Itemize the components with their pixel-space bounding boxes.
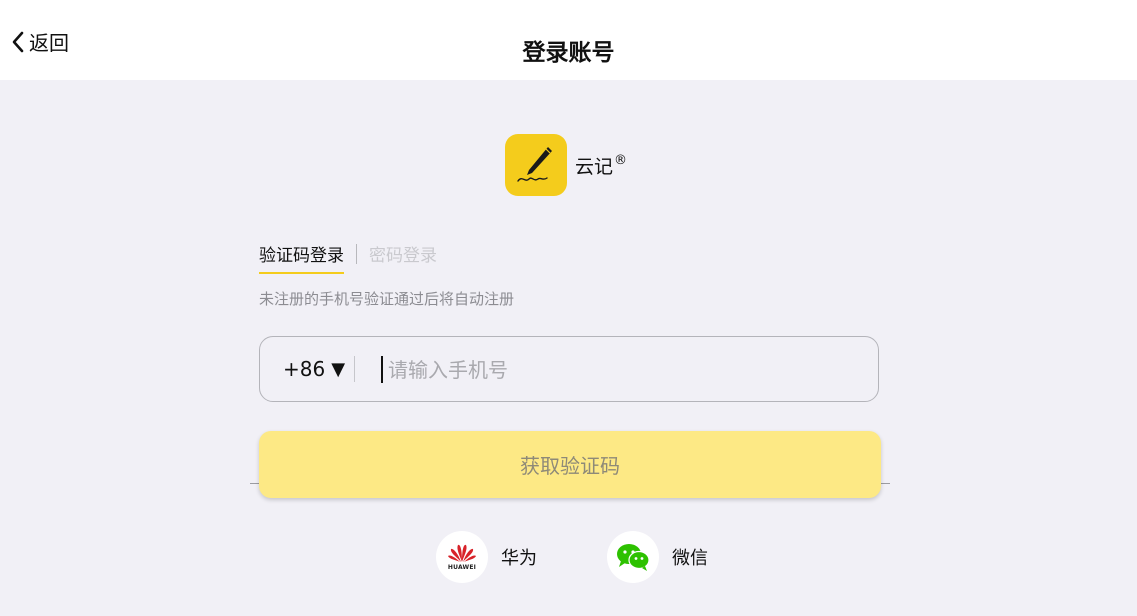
pen-signature-icon — [505, 134, 567, 196]
login-tabs: 验证码登录 密码登录 — [259, 241, 437, 274]
app-branding: 云记® — [505, 134, 627, 196]
huawei-label: 华为 — [501, 548, 537, 569]
caret-down-icon: ▼ — [331, 358, 346, 380]
tab-sms-login[interactable]: 验证码登录 — [259, 241, 344, 274]
app-name: 云记® — [575, 152, 627, 179]
top-bar: 返回 登录账号 — [0, 0, 1137, 80]
huawei-icon: HUAWEI — [436, 531, 488, 583]
country-code-value: +86 — [283, 357, 326, 381]
get-code-button[interactable]: 获取验证码 — [259, 431, 881, 498]
country-code-select[interactable]: +86 ▼ — [283, 357, 345, 381]
page-title: 登录账号 — [522, 40, 615, 66]
text-cursor — [381, 356, 383, 383]
huawei-logo-text: HUAWEI — [447, 564, 477, 571]
field-divider — [354, 356, 355, 382]
huawei-login-button[interactable]: HUAWEI 华为 — [436, 531, 537, 583]
wechat-label: 微信 — [672, 548, 708, 569]
phone-field: +86 ▼ — [259, 336, 879, 402]
tab-divider — [356, 244, 357, 264]
tab-password-login[interactable]: 密码登录 — [369, 241, 437, 272]
phone-input[interactable] — [386, 351, 850, 389]
registered-mark: ® — [614, 152, 628, 168]
wechat-icon — [607, 531, 659, 583]
register-hint: 未注册的手机号验证通过后将自动注册 — [259, 290, 515, 308]
wechat-login-button[interactable]: 微信 — [607, 531, 708, 583]
app-name-text: 云记 — [575, 155, 614, 178]
